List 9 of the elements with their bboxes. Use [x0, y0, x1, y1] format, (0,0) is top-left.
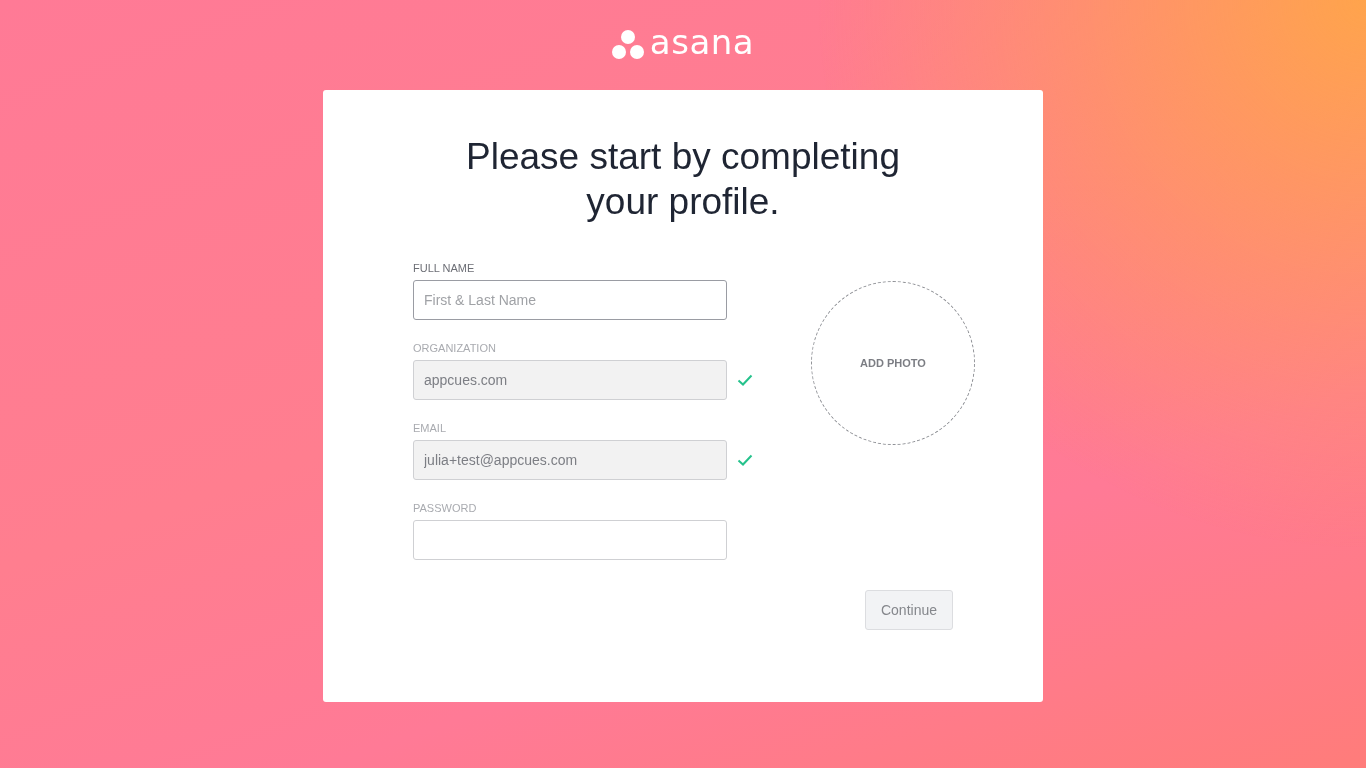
input-field[interactable] — [413, 520, 727, 560]
field-label: EMAIL — [413, 422, 447, 434]
logo-icon — [611, 30, 644, 60]
field-label: ORGANIZATION — [413, 342, 497, 354]
page-heading: Please start by completing your profile. — [465, 135, 901, 224]
logo-text: asana — [649, 25, 755, 59]
input-field[interactable]: First & Last Name — [413, 280, 727, 320]
field-label: PASSWORD — [413, 502, 478, 514]
field-label: FULL NAME — [413, 262, 476, 274]
